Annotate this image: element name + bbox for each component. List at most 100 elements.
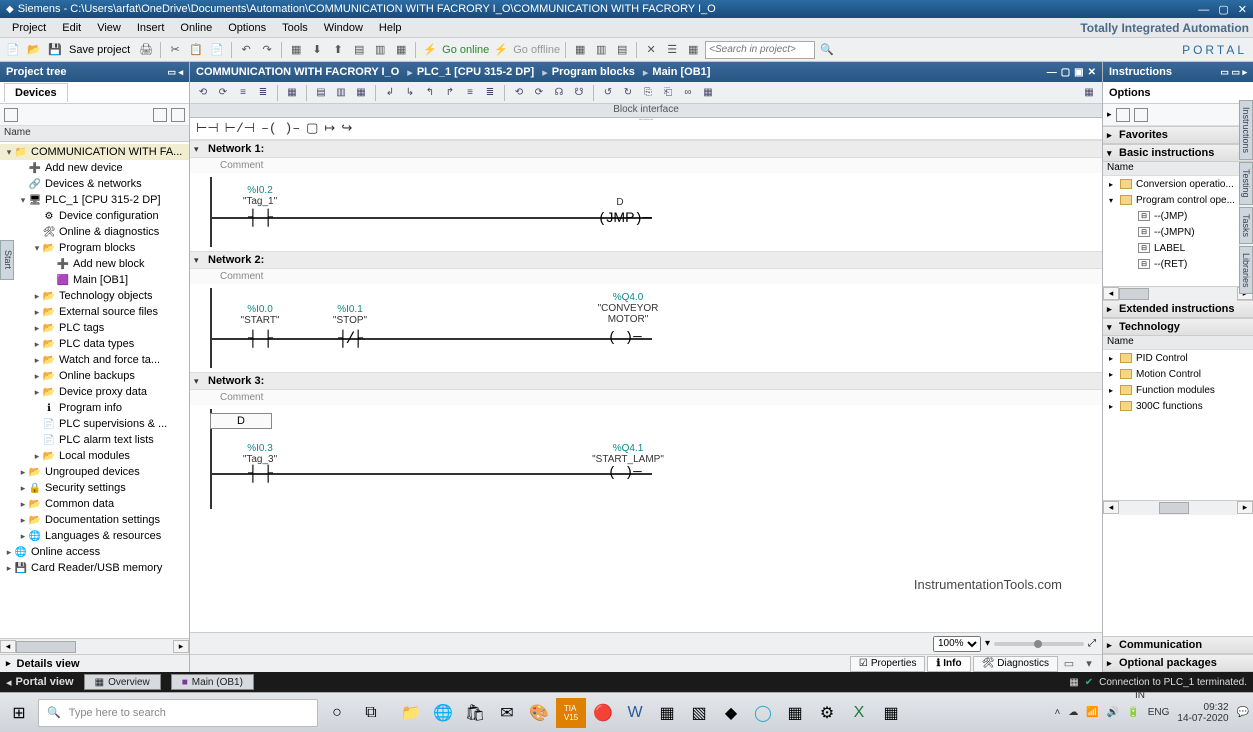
tree-arrow-icon[interactable]: ▸ <box>32 323 42 334</box>
pt-icon-2[interactable] <box>171 108 185 122</box>
network-3-header[interactable]: ▾ Network 3: <box>190 372 1102 390</box>
optional-packages-header[interactable]: ▸Optional packages <box>1103 654 1253 672</box>
side-tab-start[interactable]: Start <box>0 240 14 280</box>
opt-view1-icon[interactable] <box>1116 108 1130 122</box>
etb-10[interactable]: ↳ <box>401 84 419 102</box>
etb-19[interactable]: ↺ <box>599 84 617 102</box>
new-project-icon[interactable]: 📄 <box>4 41 22 59</box>
tray-up-icon[interactable]: ˄ <box>1055 707 1061 718</box>
go-online-label[interactable]: Go online <box>442 44 489 56</box>
close-button[interactable]: ✕ <box>1238 4 1247 16</box>
tree-item[interactable]: 🟪Main [OB1] <box>0 272 189 288</box>
tree-arrow-icon[interactable]: ▾ <box>18 195 28 206</box>
menu-edit[interactable]: Edit <box>54 20 89 36</box>
tree-item[interactable]: ⚙Device configuration <box>0 208 189 224</box>
tech-list-body[interactable]: ▸PID Control▸Motion Control▸Function mod… <box>1103 350 1253 500</box>
editor-minimize-icon[interactable]: — <box>1047 67 1057 78</box>
net1-comment[interactable]: Comment <box>190 158 1102 173</box>
crumb-2[interactable]: Program blocks <box>552 66 635 78</box>
tia-portal-icon[interactable]: TIAV15 <box>556 698 586 728</box>
network-2-header[interactable]: ▾ Network 2: <box>190 251 1102 269</box>
tree-item[interactable]: ▸🌐Online access <box>0 544 189 560</box>
favorites-header[interactable]: ▸Favorites <box>1103 126 1253 144</box>
net3-comment[interactable]: Comment <box>190 390 1102 405</box>
net1-contact-icon[interactable]: ┤ ├ <box>248 209 271 227</box>
tree-arrow-icon[interactable]: ▸ <box>18 467 28 478</box>
redo-icon[interactable]: ↷ <box>258 41 276 59</box>
etb-4[interactable]: ≣ <box>254 84 272 102</box>
cortana-icon[interactable]: ○ <box>322 698 352 728</box>
tb-icon-8[interactable]: ▦ <box>684 41 702 59</box>
zoom-select[interactable]: 100% <box>933 636 981 652</box>
diagnostics-tab[interactable]: 🛠Diagnostics <box>973 656 1058 672</box>
technology-header[interactable]: ▾Technology <box>1103 318 1253 336</box>
word-icon[interactable]: W <box>620 698 650 728</box>
ip-icon-3[interactable]: ▸ <box>1242 67 1247 77</box>
maximize-button[interactable]: ▢ <box>1218 4 1228 16</box>
cloud-icon[interactable]: ☁ <box>1068 707 1078 718</box>
net1-jmp-coil[interactable]: (JMP)─ <box>598 209 651 227</box>
tree-item[interactable]: ▸📂PLC data types <box>0 336 189 352</box>
go-online-icon[interactable]: ⚡ <box>421 41 439 59</box>
pt-view-icon[interactable] <box>4 108 18 122</box>
tree-arrow-icon[interactable]: ▸ <box>4 563 14 574</box>
tree-arrow-icon[interactable]: ▸ <box>18 499 28 510</box>
hscroll-left[interactable]: ◂ <box>0 640 16 653</box>
tree-arrow-icon[interactable]: ▾ <box>32 243 42 254</box>
instr-item[interactable]: ⊟--(JMPN) <box>1103 224 1253 240</box>
net3-rung[interactable]: D %I0.3 "Tag_3" ┤ ├ %Q4.1 "START_LAMP" (… <box>210 409 1082 509</box>
tree-item[interactable]: ▸📂Device proxy data <box>0 384 189 400</box>
etb-16[interactable]: ⟳ <box>530 84 548 102</box>
etb-15[interactable]: ⟲ <box>510 84 528 102</box>
etb-3[interactable]: ≡ <box>234 84 252 102</box>
store-icon[interactable]: 🛍 <box>460 698 490 728</box>
go-offline-icon[interactable]: ⚡ <box>492 41 510 59</box>
tree-item[interactable]: ▸💾Card Reader/USB memory <box>0 560 189 576</box>
tb-icon-4[interactable]: ▦ <box>571 41 589 59</box>
net2-coil-icon[interactable]: ( )─ <box>608 330 642 346</box>
tree-item[interactable]: ➕Add new device <box>0 160 189 176</box>
crumb-0[interactable]: COMMUNICATION WITH FACRORY I_O <box>196 66 399 78</box>
opt-view2-icon[interactable] <box>1134 108 1148 122</box>
tb-icon-5[interactable]: ▥ <box>592 41 610 59</box>
mail-icon[interactable]: ✉ <box>492 698 522 728</box>
etb-21[interactable]: ⎘ <box>639 84 657 102</box>
etb-8[interactable]: ▦ <box>352 84 370 102</box>
basic-instr-scroll[interactable]: ▸Conversion operatio...▾Program control … <box>1103 176 1253 286</box>
app-icon-2[interactable]: ▧ <box>684 698 714 728</box>
app-icon-4[interactable]: ◯ <box>748 698 778 728</box>
instr-item[interactable]: ▸Conversion operatio... <box>1103 176 1253 192</box>
tree-item[interactable]: ▸📂Watch and force ta... <box>0 352 189 368</box>
compile-icon[interactable]: ▦ <box>287 41 305 59</box>
net2-c1-icon[interactable]: ┤ ├ <box>248 330 271 348</box>
tech-item[interactable]: ▸Function modules <box>1103 382 1253 398</box>
prop-icon-1[interactable]: ▭ <box>1060 655 1078 673</box>
basic-instructions-header[interactable]: ▾Basic instructions <box>1103 144 1253 162</box>
lang1[interactable]: ENG <box>1148 707 1170 718</box>
devices-tab[interactable]: Devices <box>4 83 68 102</box>
search-icon[interactable]: 🔍 <box>818 41 836 59</box>
block-interface-bar[interactable]: Block interface ┈┈┈ <box>190 104 1102 118</box>
prop-icon-2[interactable]: ▾ <box>1080 655 1098 673</box>
print-icon[interactable]: 🖨 <box>137 41 155 59</box>
instr-item[interactable]: ⊟LABEL <box>1103 240 1253 256</box>
open-project-icon[interactable]: 📂 <box>25 41 43 59</box>
tree-item[interactable]: 🔗Devices & networks <box>0 176 189 192</box>
info-tab[interactable]: ℹInfo <box>927 656 970 672</box>
tree-item[interactable]: ▸📂Local modules <box>0 448 189 464</box>
windows-search-input[interactable]: 🔍 Type here to search <box>38 699 318 727</box>
tree-list[interactable]: ▾📁COMMUNICATION WITH FA...➕Add new devic… <box>0 142 189 638</box>
tree-item[interactable]: ▸📂Technology objects <box>0 288 189 304</box>
overview-tab[interactable]: ▦ Overview <box>84 674 161 690</box>
crumb-1[interactable]: PLC_1 [CPU 315-2 DP] <box>417 66 534 78</box>
tech-item[interactable]: ▸Motion Control <box>1103 366 1253 382</box>
tree-item[interactable]: ▾📂Program blocks <box>0 240 189 256</box>
tech-item[interactable]: ▸PID Control <box>1103 350 1253 366</box>
hscroll-right[interactable]: ▸ <box>173 640 189 653</box>
zoom-slider[interactable] <box>994 642 1084 646</box>
tb-close-icon[interactable]: ✕ <box>642 41 660 59</box>
net2-c2-icon[interactable]: ┤/├ <box>338 330 361 348</box>
tree-item[interactable]: ▾📁COMMUNICATION WITH FA... <box>0 144 189 160</box>
copy-icon[interactable]: 📋 <box>187 41 205 59</box>
etb-2[interactable]: ⟳ <box>214 84 232 102</box>
